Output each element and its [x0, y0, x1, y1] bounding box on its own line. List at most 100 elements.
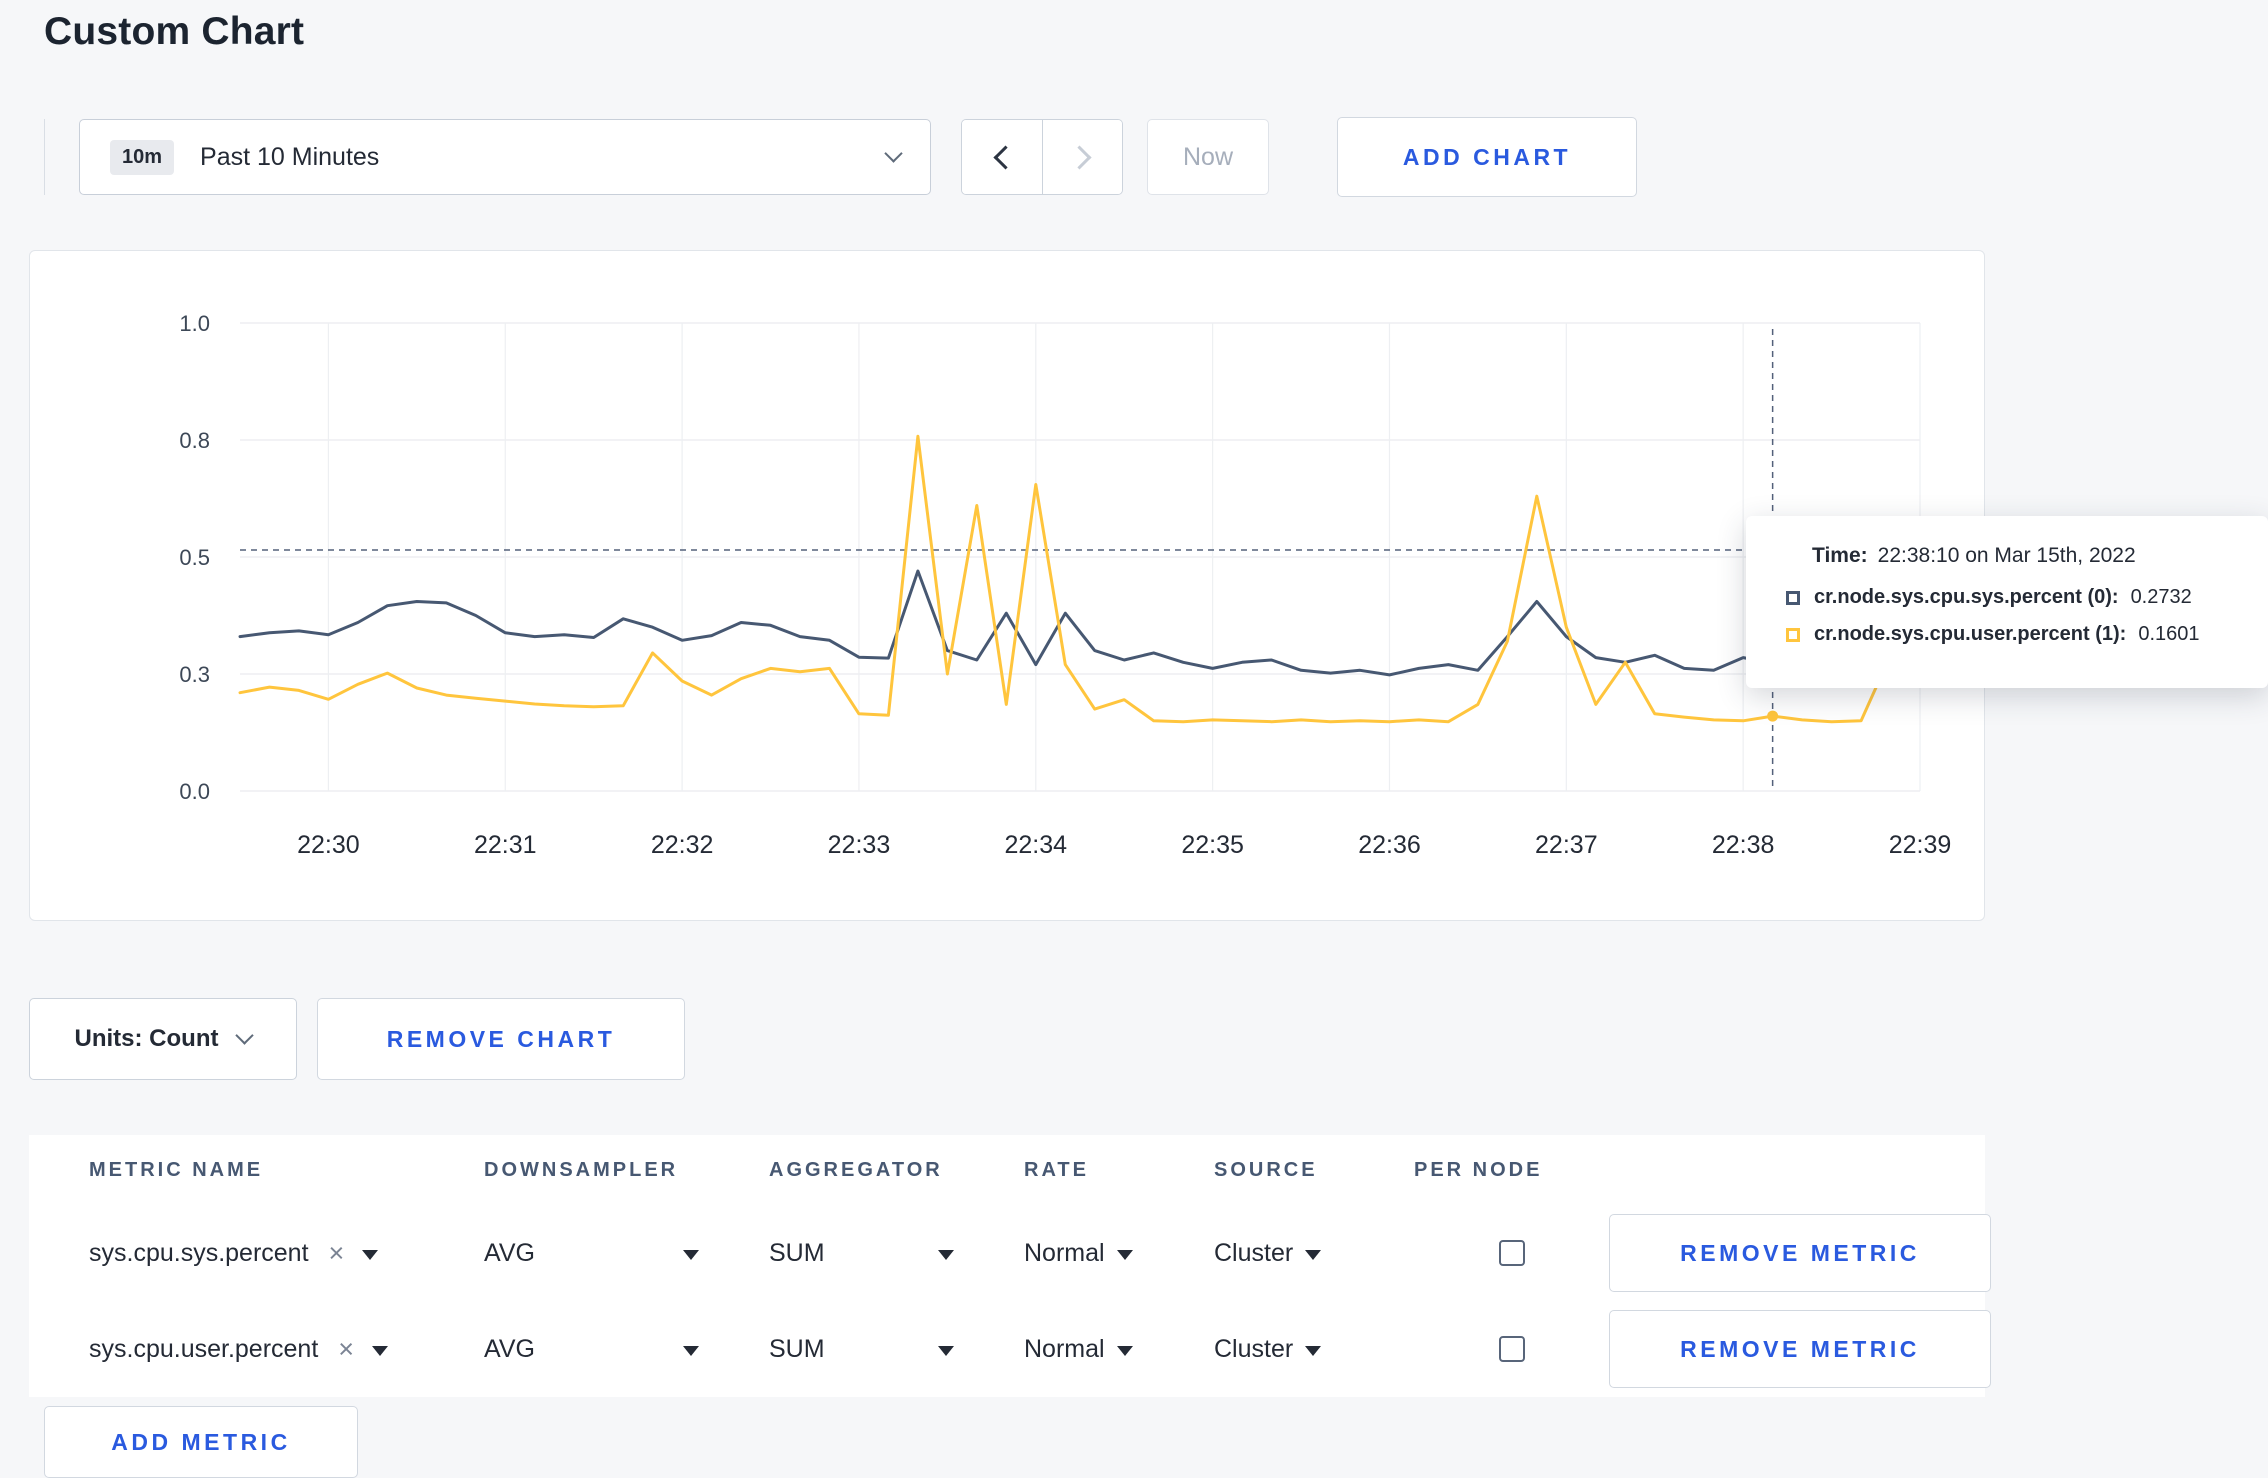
tooltip-series-value: 0.1601 [2138, 623, 2200, 645]
prev-range-button[interactable] [962, 120, 1042, 194]
caret-down-icon[interactable] [362, 1250, 379, 1260]
downsampler-select[interactable]: AVG [484, 1335, 769, 1364]
svg-text:22:39: 22:39 [1889, 831, 1952, 859]
per-node-cell [1414, 1336, 1609, 1362]
svg-text:22:33: 22:33 [828, 831, 891, 859]
source-value: Cluster [1214, 1334, 1294, 1363]
svg-text:1.0: 1.0 [179, 311, 210, 336]
table-row: sys.cpu.sys.percent × AVG SUM Normal Clu… [29, 1205, 1991, 1301]
remove-metric-button[interactable]: REMOVE METRIC [1609, 1214, 1991, 1292]
source-value: Cluster [1214, 1238, 1294, 1267]
column-header-downsampler: DOWNSAMPLER [484, 1158, 679, 1181]
aggregator-select[interactable]: SUM [769, 1239, 1024, 1268]
svg-text:22:31: 22:31 [474, 831, 537, 859]
caret-down-icon [1116, 1346, 1133, 1356]
aggregator-value: SUM [769, 1334, 825, 1363]
chevron-down-icon [235, 1026, 255, 1045]
tooltip-time: Time: 22:38:10 on Mar 15th, 2022 [1786, 544, 2248, 568]
column-header-source: SOURCE [1214, 1158, 1318, 1181]
chevron-left-icon [992, 144, 1018, 170]
custom-chart-page: Custom Chart 10m Past 10 Minutes Now ADD… [0, 0, 2268, 1478]
table-row: sys.cpu.user.percent × AVG SUM Normal Cl… [29, 1301, 1991, 1397]
time-window-label: Past 10 Minutes [200, 142, 380, 171]
metric-name-select[interactable]: sys.cpu.user.percent × [89, 1335, 484, 1364]
tooltip-series-row: cr.node.sys.cpu.user.percent (1): 0.1601 [1786, 623, 2248, 646]
per-node-cell [1414, 1240, 1609, 1266]
time-window-selector[interactable]: 10m Past 10 Minutes [79, 119, 931, 195]
svg-text:22:35: 22:35 [1181, 831, 1244, 859]
column-header-per-node: PER NODE [1414, 1158, 1543, 1181]
series-user-swatch-icon [1786, 627, 1800, 642]
clear-metric-icon[interactable]: × [329, 1239, 345, 1267]
toolbar: 10m Past 10 Minutes Now ADD CHART [44, 117, 1637, 197]
tooltip-time-value: 22:38:10 on Mar 15th, 2022 [1877, 544, 2136, 567]
column-header-metric-name: METRIC NAME [89, 1158, 264, 1181]
clear-metric-icon[interactable]: × [338, 1335, 354, 1363]
rate-value: Normal [1024, 1238, 1105, 1267]
svg-text:0.8: 0.8 [179, 428, 210, 453]
svg-text:22:32: 22:32 [651, 831, 714, 859]
caret-down-icon [1305, 1250, 1322, 1260]
chart-controls-row: Units: Count REMOVE CHART [29, 998, 685, 1080]
column-header-aggregator: AGGREGATOR [769, 1158, 943, 1181]
time-nav-group [961, 119, 1123, 195]
units-dropdown[interactable]: Units: Count [29, 998, 297, 1080]
rate-select[interactable]: Normal [1024, 1335, 1214, 1364]
metric-name: sys.cpu.user.percent [89, 1334, 319, 1363]
svg-text:22:38: 22:38 [1712, 831, 1775, 859]
chart-tooltip: Time: 22:38:10 on Mar 15th, 2022 cr.node.… [1746, 516, 2268, 688]
aggregator-select[interactable]: SUM [769, 1335, 1024, 1364]
units-label: Units: Count [74, 1025, 219, 1052]
metrics-table-header: METRIC NAME DOWNSAMPLER AGGREGATOR RATE … [29, 1135, 1985, 1205]
downsampler-value: AVG [484, 1238, 535, 1267]
per-node-checkbox[interactable] [1498, 1240, 1525, 1266]
rate-value: Normal [1024, 1334, 1105, 1363]
add-chart-button[interactable]: ADD CHART [1337, 117, 1637, 197]
svg-text:22:34: 22:34 [1005, 831, 1068, 859]
svg-text:0.5: 0.5 [179, 545, 210, 570]
caret-down-icon[interactable] [372, 1346, 389, 1356]
caret-down-icon [938, 1346, 954, 1356]
tooltip-series-label: cr.node.sys.cpu.user.percent (1): [1814, 623, 2127, 645]
remove-chart-button[interactable]: REMOVE CHART [317, 998, 685, 1080]
downsampler-value: AVG [484, 1334, 535, 1363]
source-select[interactable]: Cluster [1214, 1239, 1414, 1268]
caret-down-icon [1305, 1346, 1322, 1356]
caret-down-icon [683, 1250, 699, 1260]
tooltip-series-label: cr.node.sys.cpu.sys.percent (0): [1814, 586, 2119, 608]
chevron-down-icon [884, 144, 903, 163]
actions-cell: REMOVE METRIC [1609, 1214, 1991, 1292]
caret-down-icon [1116, 1250, 1133, 1260]
svg-text:22:30: 22:30 [297, 831, 360, 859]
metric-name: sys.cpu.sys.percent [89, 1238, 309, 1267]
svg-text:22:37: 22:37 [1535, 831, 1598, 859]
now-button[interactable]: Now [1147, 119, 1269, 195]
series-sys-swatch-icon [1786, 590, 1800, 605]
chart-card: 1.0 0.8 0.5 0.3 0.0 22:30 22:31 22:32 22:33 22:34… [29, 250, 1985, 921]
remove-metric-button[interactable]: REMOVE METRIC [1609, 1310, 1991, 1388]
downsampler-select[interactable]: AVG [484, 1239, 769, 1268]
toolbar-divider [44, 119, 45, 195]
tooltip-time-label: Time: [1812, 544, 1868, 567]
aggregator-value: SUM [769, 1238, 825, 1267]
metrics-table: METRIC NAME DOWNSAMPLER AGGREGATOR RATE … [29, 1135, 1991, 1397]
metric-name-select[interactable]: sys.cpu.sys.percent × [89, 1239, 484, 1268]
next-range-button[interactable] [1042, 120, 1122, 194]
caret-down-icon [683, 1346, 699, 1356]
source-select[interactable]: Cluster [1214, 1335, 1414, 1364]
tooltip-series-row: cr.node.sys.cpu.sys.percent (0): 0.2732 [1786, 586, 2248, 609]
line-chart[interactable]: 1.0 0.8 0.5 0.3 0.0 22:30 22:31 22:32 22:33 22:34… [30, 251, 1984, 920]
per-node-checkbox[interactable] [1498, 1336, 1525, 1362]
rate-select[interactable]: Normal [1024, 1239, 1214, 1268]
svg-text:0.3: 0.3 [179, 662, 210, 687]
svg-text:0.0: 0.0 [179, 779, 210, 804]
actions-cell: REMOVE METRIC [1609, 1310, 1991, 1388]
page-title: Custom Chart [44, 10, 305, 53]
caret-down-icon [938, 1250, 954, 1260]
column-header-rate: RATE [1024, 1158, 1089, 1181]
svg-text:22:36: 22:36 [1358, 831, 1421, 859]
tooltip-series-value: 0.2732 [2130, 586, 2192, 608]
add-metric-button[interactable]: ADD METRIC [44, 1406, 358, 1478]
chevron-right-icon [1067, 144, 1092, 170]
time-window-badge: 10m [110, 139, 175, 175]
